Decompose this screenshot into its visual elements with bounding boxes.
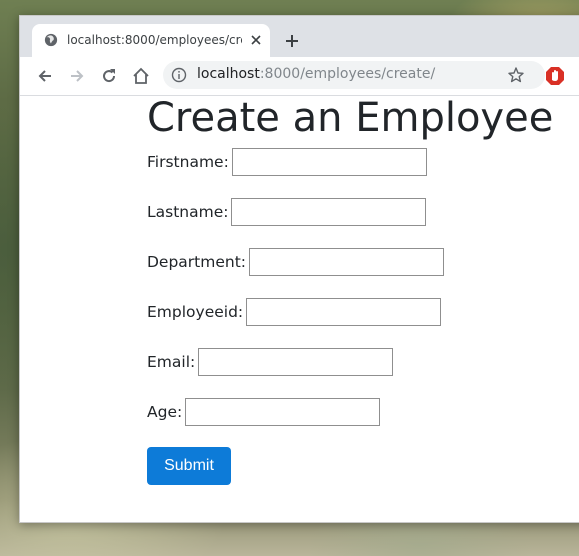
forward-arrow-icon[interactable] <box>67 66 87 86</box>
email-input[interactable] <box>198 348 394 376</box>
employeeid-row: Employeeid: <box>147 297 442 327</box>
tab-strip: localhost:8000/employees/create/ <box>20 16 579 57</box>
firstname-input[interactable] <box>231 148 427 176</box>
tab-title: localhost:8000/employees/create/ <box>67 33 242 47</box>
back-arrow-icon[interactable] <box>35 66 55 86</box>
home-icon[interactable] <box>131 66 151 86</box>
age-label: Age: <box>147 403 183 421</box>
browser-toolbar: localhost:8000/employees/create/ <box>20 57 579 96</box>
email-label: Email: <box>147 353 196 371</box>
lastname-row: Lastname: <box>147 197 427 227</box>
department-row: Department: <box>147 247 445 277</box>
lastname-input[interactable] <box>231 198 427 226</box>
globe-icon <box>44 33 58 47</box>
firstname-row: Firstname: <box>147 147 427 177</box>
reload-icon[interactable] <box>99 66 119 86</box>
plus-icon[interactable] <box>282 31 302 51</box>
url-text[interactable]: localhost:8000/employees/create/ <box>197 66 435 82</box>
star-icon[interactable] <box>507 66 525 84</box>
submit-button[interactable]: Submit <box>147 447 231 485</box>
stop-extension-icon[interactable] <box>545 66 565 86</box>
age-row: Age: <box>147 397 381 427</box>
address-bar[interactable]: localhost:8000/employees/create/ <box>163 61 545 89</box>
page-title: Create an Employee <box>147 95 554 141</box>
close-icon[interactable] <box>249 33 263 47</box>
employeeid-label: Employeeid: <box>147 303 244 321</box>
department-label: Department: <box>147 253 247 271</box>
active-tab[interactable]: localhost:8000/employees/create/ <box>32 24 270 57</box>
url-path: :8000/employees/create/ <box>259 66 436 82</box>
age-input[interactable] <box>185 398 381 426</box>
department-input[interactable] <box>249 248 445 276</box>
url-host: localhost <box>197 66 260 82</box>
firstname-label: Firstname: <box>147 153 229 171</box>
lastname-label: Lastname: <box>147 203 229 221</box>
browser-window: localhost:8000/employees/create/ <box>19 15 579 523</box>
page-content: Create an Employee Firstname: Lastname: … <box>20 95 579 522</box>
info-icon[interactable] <box>171 67 187 83</box>
employeeid-input[interactable] <box>246 298 442 326</box>
email-row: Email: <box>147 347 394 377</box>
